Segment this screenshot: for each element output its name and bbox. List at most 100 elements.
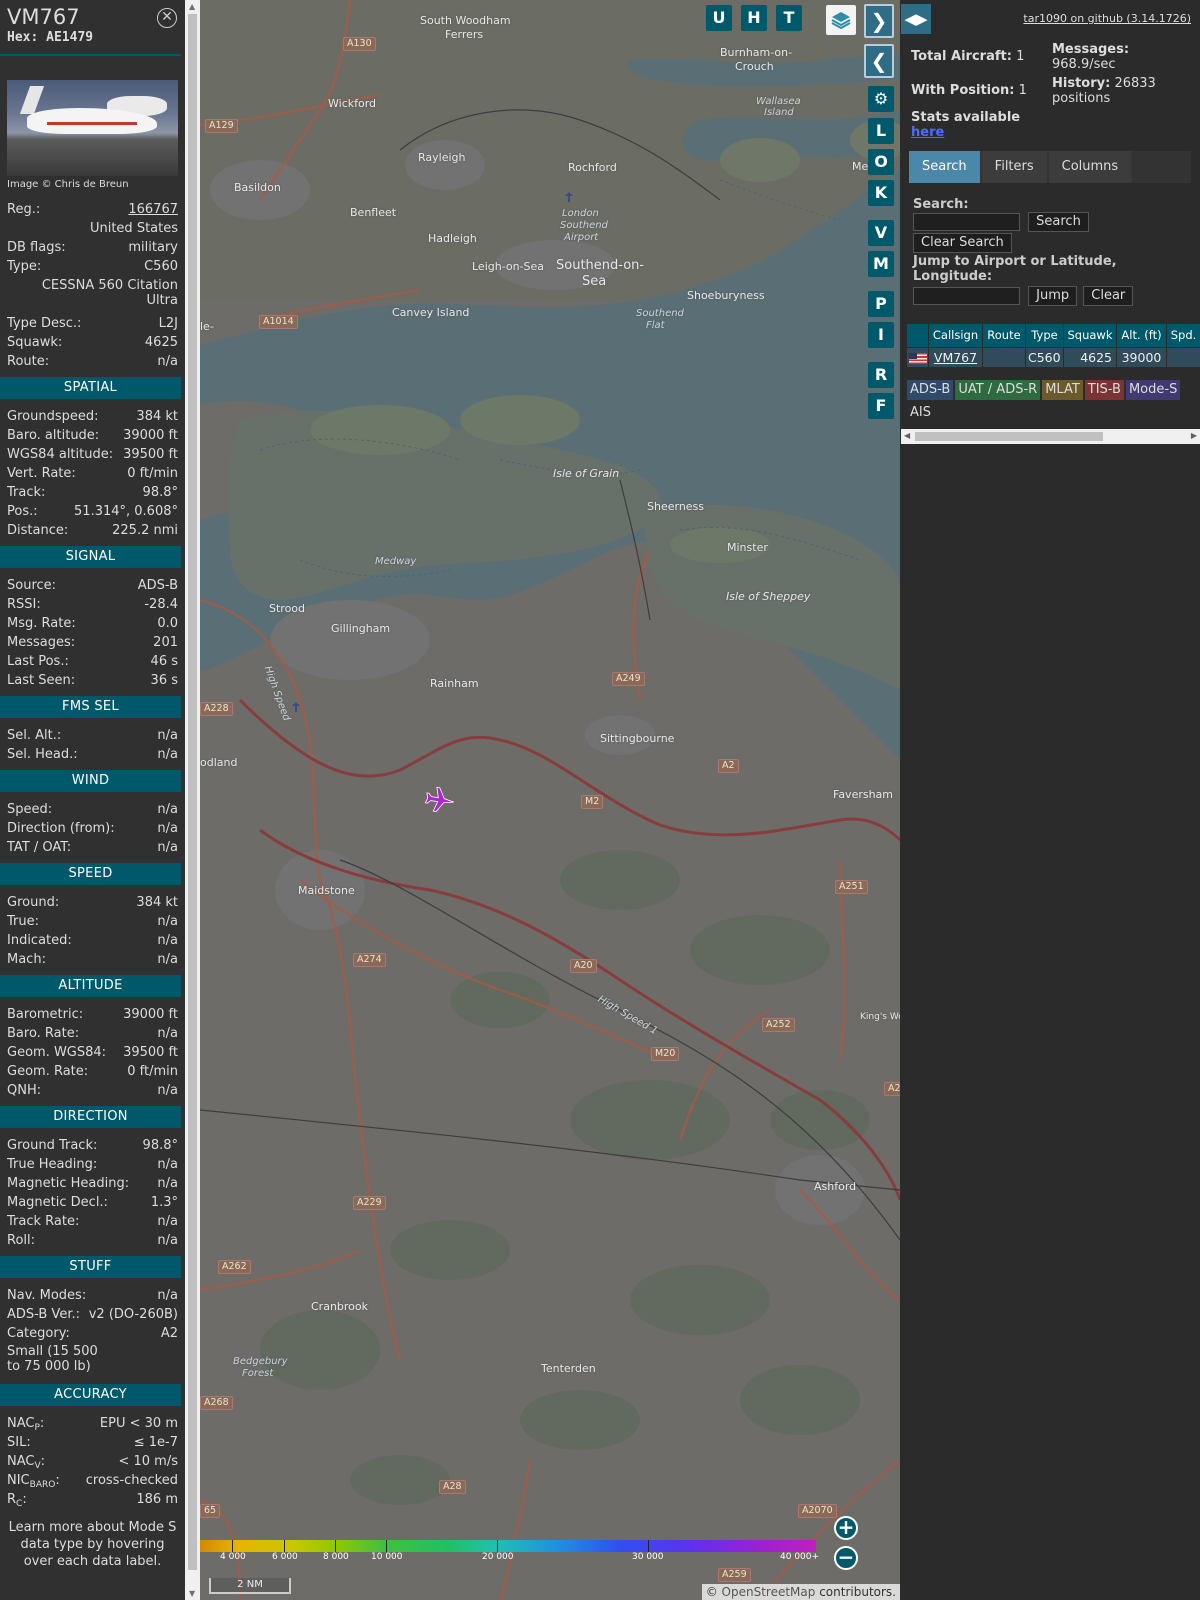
row-track-rate: Track Rate: n/a	[0, 1212, 185, 1231]
section-signal: SIGNAL	[0, 546, 181, 568]
toggle-t-button[interactable]: T	[776, 5, 802, 31]
hscroll-thumb[interactable]	[915, 432, 1103, 441]
place-label: Hadleigh	[428, 232, 477, 245]
column-speed[interactable]: Spd.	[1167, 324, 1200, 347]
squawk-value: 4625	[144, 335, 178, 350]
prev-arrow-button[interactable]: ❮	[864, 44, 894, 78]
layers-glyph	[831, 12, 851, 30]
scroll-down-icon[interactable]: ▼	[189, 1589, 195, 1598]
stat-total-aircraft: Total Aircraft: 1	[911, 49, 1025, 64]
baro-rate-value: n/a	[157, 1026, 178, 1041]
next-arrow-button[interactable]: ❯	[864, 4, 894, 38]
indicated-speed-value: n/a	[157, 933, 178, 948]
toggle-m-button[interactable]: M	[868, 251, 894, 277]
toggle-l-button[interactable]: L	[868, 118, 894, 144]
tab-filters[interactable]: Filters	[981, 151, 1047, 183]
toggle-f-button[interactable]: F	[868, 393, 894, 419]
toggle-p-button[interactable]: P	[868, 291, 894, 317]
tab-columns[interactable]: Columns	[1048, 151, 1132, 183]
type-value: C560	[144, 259, 178, 274]
toggle-u-button[interactable]: U	[706, 5, 732, 31]
clear-search-button[interactable]: Clear Search	[913, 233, 1012, 253]
altitude-tick: 8 000	[323, 1552, 349, 1562]
zoom-in-button[interactable]: +	[834, 1516, 858, 1540]
label: Track Rate:	[7, 1214, 80, 1229]
row-distance: Distance: 225.2 nmi	[0, 521, 185, 540]
search-button[interactable]: Search	[1028, 212, 1089, 232]
info-panel-scrollbar[interactable]: ▲ ▼	[185, 0, 200, 1600]
barometric-value: 39000 ft	[123, 1007, 178, 1022]
roll-value: n/a	[157, 1233, 178, 1248]
stat-with-position: With Position: 1	[911, 83, 1027, 98]
source-value: ADS-B	[137, 578, 178, 593]
column-flag[interactable]	[907, 324, 929, 347]
altitude-tick: 40 000+	[780, 1552, 820, 1562]
toggle-o-button[interactable]: O	[868, 149, 894, 175]
place-label: Isle of Grain	[553, 467, 620, 480]
toggle-r-button[interactable]: R	[868, 362, 894, 388]
column-altitude[interactable]: Alt. (ft)	[1117, 324, 1167, 347]
aircraft-photo[interactable]	[7, 80, 178, 176]
scroll-up-icon[interactable]: ▲	[189, 2, 195, 11]
expand-sidebar-icon[interactable]: ◀▶	[901, 4, 931, 34]
version-link[interactable]: tar1090 on github (3.14.1726)	[1023, 12, 1191, 25]
registration-link[interactable]: 166767	[128, 200, 178, 219]
scroll-right-icon[interactable]: ▶	[1191, 431, 1197, 440]
nacp-value: EPU < 30 m	[99, 1416, 178, 1431]
label: Last Seen:	[7, 673, 76, 688]
toggle-h-button[interactable]: H	[741, 5, 767, 31]
section-altitude: ALTITUDE	[0, 975, 181, 997]
search-input[interactable]	[913, 213, 1020, 231]
scroll-left-icon[interactable]: ◀	[904, 431, 910, 440]
geom-wgs84-value: 39500 ft	[123, 1045, 178, 1060]
row-rssi: RSSI: -28.4	[0, 595, 185, 614]
layers-icon[interactable]	[826, 5, 856, 35]
stats-here-link[interactable]: here	[911, 125, 944, 140]
clear-button[interactable]: Clear	[1083, 286, 1134, 306]
column-callsign[interactable]: Callsign	[929, 324, 983, 347]
tab-search[interactable]: Search	[909, 151, 980, 183]
table-row[interactable]: VM767 C560 4625 39000	[907, 348, 1200, 367]
row-type: C560	[1026, 348, 1064, 367]
row-msg-rate: Msg. Rate: 0.0	[0, 614, 185, 633]
place-label: Medway	[375, 556, 417, 567]
close-icon[interactable]: ✕	[157, 8, 177, 28]
column-squawk[interactable]: Squawk	[1064, 324, 1117, 347]
ground-track-value: 98.8°	[142, 1138, 178, 1153]
messages-value: 201	[153, 635, 178, 650]
distance-value: 225.2 nmi	[112, 523, 178, 538]
true-heading-value: n/a	[157, 1157, 178, 1172]
place-label: Island	[764, 107, 794, 118]
jump-input[interactable]	[913, 287, 1020, 305]
groundspeed-value: 384 kt	[136, 409, 178, 424]
map-canvas[interactable]: South Woodham Ferrers Burnham-on- Crouch…	[200, 0, 900, 1600]
scrollbar-thumb[interactable]	[188, 14, 197, 1570]
source-legend: ADS-B UAT / ADS-R MLAT TIS-B Mode-S AIS	[907, 380, 1197, 426]
label: Last Pos.:	[7, 654, 69, 669]
toggle-v-button[interactable]: V	[868, 220, 894, 246]
place-label: Benfleet	[350, 206, 397, 219]
label: WGS84 altitude:	[7, 447, 114, 462]
sel-head-value: n/a	[157, 747, 178, 762]
table-horizontal-scrollbar[interactable]: ◀ ▶	[901, 429, 1200, 444]
osm-link[interactable]: OpenStreetMap	[722, 1585, 816, 1599]
column-route[interactable]: Route	[983, 324, 1026, 347]
jump-button[interactable]: Jump	[1028, 286, 1078, 306]
type-full-name: CESSNA 560 Citation Ultra	[41, 278, 178, 308]
row-rc: RC: 186 m	[0, 1490, 185, 1509]
legend-ais: AIS	[910, 405, 931, 420]
section-spatial: SPATIAL	[0, 377, 181, 399]
toggle-k-button[interactable]: K	[868, 180, 894, 206]
zoom-out-button[interactable]: −	[834, 1546, 858, 1570]
legend-tisb: TIS-B	[1084, 380, 1124, 400]
row-track: Track: 98.8°	[0, 483, 185, 502]
label: NACP:	[7, 1416, 45, 1433]
label: Pos.:	[7, 504, 38, 519]
label: Roll:	[7, 1233, 36, 1248]
row-source: Source: ADS-B	[0, 576, 185, 595]
row-callsign[interactable]: VM767	[929, 348, 983, 367]
toggle-i-button[interactable]: I	[868, 322, 894, 348]
row-ground-track: Ground Track: 98.8°	[0, 1136, 185, 1155]
column-type[interactable]: Type	[1026, 324, 1064, 347]
settings-gear-icon[interactable]: ⚙	[868, 86, 894, 112]
